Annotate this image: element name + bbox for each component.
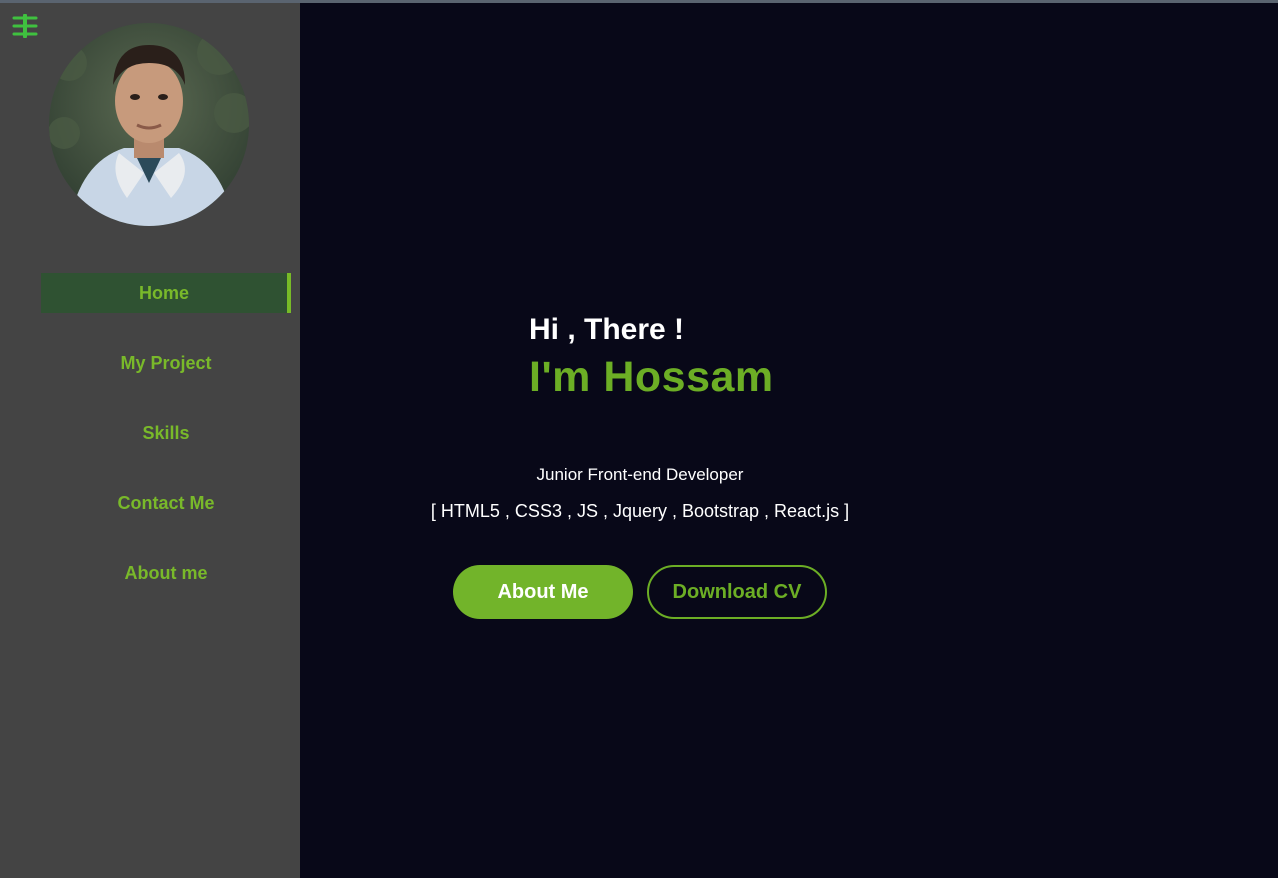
sidebar-item-label: About me [124,562,208,583]
hero-name: I'm Hossam [529,353,774,401]
hero-role: Junior Front-end Developer [536,465,744,484]
sidebar-item-label: Contact Me [117,492,215,513]
sidebar-item-home[interactable]: Home [41,273,291,313]
hero-greeting: Hi , There ! [529,313,685,346]
sidebar-item-contact-me[interactable]: Contact Me [41,483,291,523]
download-cv-button[interactable]: Download CV [647,565,827,619]
main-content: Hi , There ! I'm Hossam Junior Front-end… [300,3,1278,878]
sidebar-item-label: My Project [120,352,212,373]
sidebar-item-skills[interactable]: Skills [41,413,291,453]
sidebar-item-label: Home [138,282,189,303]
about-me-button[interactable]: About Me [453,565,633,619]
sidebar-item-label: Skills [142,422,190,443]
sidebar-item-my-project[interactable]: My Project [41,343,291,383]
sidebar: Home My Project Skills Contact Me About … [0,3,300,878]
hamburger-menu-icon[interactable] [12,13,38,39]
avatar [49,23,249,226]
hero-tech-stack: [ HTML5 , CSS3 , JS , Jquery , Bootstrap… [430,501,850,521]
sidebar-item-about-me[interactable]: About me [41,553,291,593]
